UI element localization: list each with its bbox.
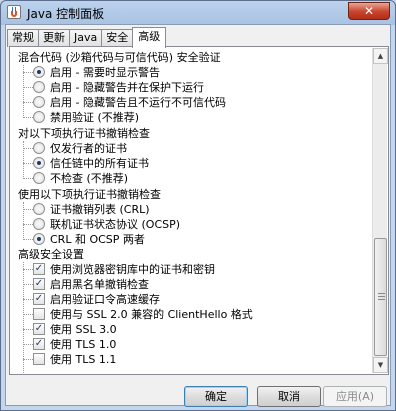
radio-button[interactable] bbox=[33, 111, 45, 123]
settings-tree: 混合代码 (沙箱代码与可信代码) 安全验证 启用 - 需要时显示警告 启用 - … bbox=[13, 50, 373, 373]
setting-password-cache[interactable]: ✓ 启用验证口令高速缓存 bbox=[33, 292, 160, 307]
scroll-up-arrow-icon[interactable]: ▲ bbox=[373, 48, 388, 64]
scroll-down-arrow-icon[interactable]: ▼ bbox=[373, 357, 388, 373]
checkbox-unchecked[interactable] bbox=[33, 353, 45, 365]
vertical-scrollbar[interactable]: ▲ ▼ bbox=[372, 48, 388, 373]
radio-button[interactable] bbox=[33, 96, 45, 108]
radio-button[interactable] bbox=[33, 66, 45, 78]
tab-security[interactable]: 安全 bbox=[101, 29, 134, 47]
advanced-security-header: 高级安全设置 bbox=[18, 248, 84, 261]
setting-browser-keystore[interactable]: ✓ 使用浏览器密钥库中的证书和密钥 bbox=[33, 262, 215, 277]
setting-ssl2-clienthello[interactable]: 使用与 SSL 2.0 兼容的 ClientHello 格式 bbox=[33, 307, 253, 322]
scrollbar-thumb[interactable] bbox=[374, 238, 387, 356]
apply-button[interactable]: 应用(A) bbox=[323, 386, 387, 407]
revocation-option-publisher-only[interactable]: 仅发行者的证书 bbox=[33, 141, 127, 156]
option-label: 不检查 (不推荐) bbox=[50, 172, 129, 185]
option-label: 使用 TLS 1.1 bbox=[50, 353, 117, 366]
option-label: CRL 和 OCSP 两者 bbox=[50, 233, 145, 246]
checkbox-checked[interactable]: ✓ bbox=[33, 323, 45, 335]
tab-advanced[interactable]: 高级 bbox=[132, 27, 167, 48]
checkbox-unchecked[interactable] bbox=[33, 308, 45, 320]
option-label: 启用 - 隐藏警告且不运行不可信代码 bbox=[50, 96, 226, 109]
revocation-option-no-check[interactable]: 不检查 (不推荐) bbox=[33, 171, 128, 186]
tab-bar: 常规 更新 Java 安全 高级 bbox=[7, 27, 167, 48]
close-button[interactable]: ✕ bbox=[348, 2, 390, 20]
radio-button[interactable] bbox=[33, 157, 45, 169]
advanced-settings-panel: 混合代码 (沙箱代码与可信代码) 安全验证 启用 - 需要时显示警告 启用 - … bbox=[9, 46, 389, 375]
setting-tls11[interactable]: 使用 TLS 1.1 bbox=[33, 352, 116, 367]
revocation-option-all-chain[interactable]: 信任链中的所有证书 bbox=[33, 156, 149, 171]
radio-button[interactable] bbox=[33, 218, 45, 230]
mixed-code-option-show-warning[interactable]: 启用 - 需要时显示警告 bbox=[33, 65, 160, 80]
option-label: 启用黑名单撤销检查 bbox=[50, 278, 149, 291]
cert-revocation-method-header: 使用以下项执行证书撤销检查 bbox=[18, 188, 161, 201]
radio-button[interactable] bbox=[33, 81, 45, 93]
setting-blacklist-revocation[interactable]: ✓ 启用黑名单撤销检查 bbox=[33, 277, 149, 292]
window-title: Java 控制面板 bbox=[27, 7, 105, 21]
method-option-crl-and-ocsp[interactable]: CRL 和 OCSP 两者 bbox=[33, 232, 145, 247]
radio-button[interactable] bbox=[33, 203, 45, 215]
option-label: 联机证书状态协议 (OCSP) bbox=[50, 218, 181, 231]
java-control-panel-window: Java 控制面板 ✕ 常规 更新 Java 安全 高级 混合代码 (沙箱代码与… bbox=[0, 0, 396, 411]
setting-ssl3[interactable]: ✓ 使用 SSL 3.0 bbox=[33, 322, 117, 337]
option-label: 信任链中的所有证书 bbox=[50, 157, 149, 170]
cert-revocation-check-header: 对以下项执行证书撤销检查 bbox=[18, 127, 150, 140]
option-label: 启用 - 隐藏警告并在保护下运行 bbox=[50, 81, 204, 94]
tab-java[interactable]: Java bbox=[69, 29, 103, 47]
tab-update[interactable]: 更新 bbox=[38, 29, 70, 47]
mixed-code-option-hide-no-untrusted[interactable]: 启用 - 隐藏警告且不运行不可信代码 bbox=[33, 95, 226, 110]
method-option-crl[interactable]: 证书撤销列表 (CRL) bbox=[33, 202, 150, 217]
option-label: 禁用验证 (不推荐) bbox=[50, 111, 140, 124]
mixed-code-option-disable[interactable]: 禁用验证 (不推荐) bbox=[33, 110, 139, 125]
dialog-body: 常规 更新 Java 安全 高级 混合代码 (沙箱代码与可信代码) 安全验证 启… bbox=[5, 24, 391, 407]
radio-button[interactable] bbox=[33, 233, 45, 245]
option-label: 使用 TLS 1.0 bbox=[50, 338, 117, 351]
cancel-button[interactable]: 取消 bbox=[257, 386, 321, 407]
option-label: 启用验证口令高速缓存 bbox=[50, 293, 160, 306]
checkbox-checked[interactable]: ✓ bbox=[33, 263, 45, 275]
option-label: 使用浏览器密钥库中的证书和密钥 bbox=[50, 263, 215, 276]
option-label: 使用 SSL 3.0 bbox=[50, 323, 117, 336]
radio-button[interactable] bbox=[33, 172, 45, 184]
method-option-ocsp[interactable]: 联机证书状态协议 (OCSP) bbox=[33, 217, 180, 232]
option-label: 证书撤销列表 (CRL) bbox=[50, 203, 150, 216]
option-label: 启用 - 需要时显示警告 bbox=[50, 66, 160, 79]
option-label: 使用与 SSL 2.0 兼容的 ClientHello 格式 bbox=[50, 308, 253, 321]
tab-general[interactable]: 常规 bbox=[7, 29, 39, 47]
checkbox-checked[interactable]: ✓ bbox=[33, 293, 45, 305]
option-label: 仅发行者的证书 bbox=[50, 142, 127, 155]
java-cup-icon bbox=[7, 5, 21, 19]
mixed-code-header: 混合代码 (沙箱代码与可信代码) 安全验证 bbox=[18, 51, 221, 64]
ok-button[interactable]: 确定 bbox=[184, 386, 248, 407]
setting-tls10[interactable]: ✓ 使用 TLS 1.0 bbox=[33, 337, 116, 352]
title-bar[interactable]: Java 控制面板 ✕ bbox=[1, 1, 395, 23]
checkbox-checked[interactable]: ✓ bbox=[33, 338, 45, 350]
radio-button[interactable] bbox=[33, 142, 45, 154]
checkbox-checked[interactable]: ✓ bbox=[33, 278, 45, 290]
mixed-code-option-hide-run-protected[interactable]: 启用 - 隐藏警告并在保护下运行 bbox=[33, 80, 204, 95]
